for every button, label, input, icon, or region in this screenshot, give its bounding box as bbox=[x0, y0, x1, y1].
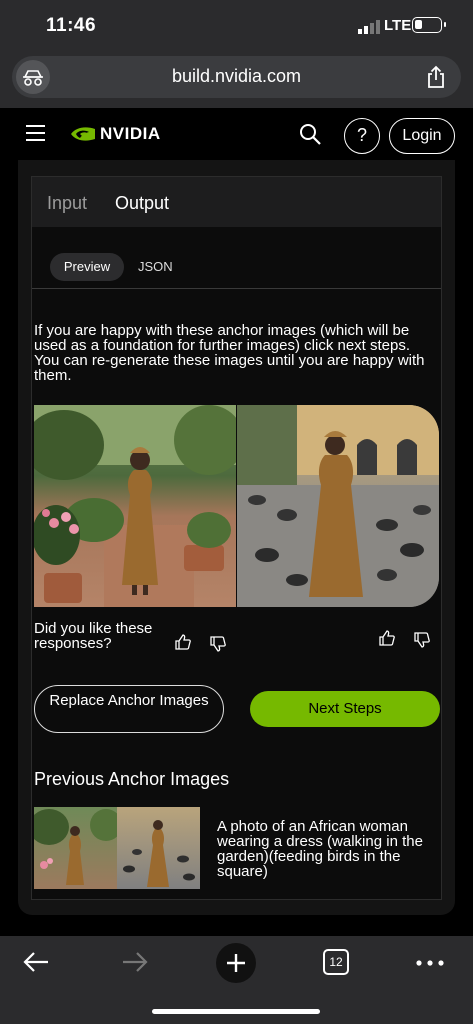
view-toggle: Preview JSON bbox=[32, 227, 441, 289]
back-arrow-icon[interactable] bbox=[22, 950, 50, 974]
output-card: Input Output Preview JSON If you are hap… bbox=[31, 176, 442, 900]
brand-name: NVIDIA bbox=[100, 124, 161, 143]
thumbs-down-icon[interactable] bbox=[209, 635, 227, 653]
more-options-icon[interactable] bbox=[416, 960, 444, 966]
share-icon[interactable] bbox=[425, 65, 447, 89]
tab-switcher-button[interactable]: 12 bbox=[323, 949, 349, 975]
tab-output[interactable]: Output bbox=[115, 193, 169, 214]
status-bar: 11:46 LTE bbox=[0, 0, 473, 52]
square-anchor-image[interactable] bbox=[237, 405, 439, 607]
thumbs-down-icon[interactable] bbox=[413, 631, 431, 649]
previous-anchor-images-heading: Previous Anchor Images bbox=[34, 769, 230, 789]
nvidia-eye-icon bbox=[71, 127, 95, 141]
tab-bar: Input Output bbox=[32, 177, 441, 227]
thumbs-up-icon[interactable] bbox=[378, 629, 396, 647]
anchor-images bbox=[34, 405, 439, 607]
feedback-question: Did you like these responses? bbox=[34, 620, 153, 652]
search-icon[interactable] bbox=[298, 122, 322, 146]
login-button[interactable]: Login bbox=[389, 118, 455, 154]
site-header: NVIDIA ? Login bbox=[0, 108, 473, 160]
status-time: 11:46 bbox=[46, 15, 97, 36]
cellular-signal-icon bbox=[358, 20, 380, 34]
address-bar[interactable]: build.nvidia.com bbox=[12, 56, 461, 98]
menu-icon[interactable] bbox=[26, 125, 45, 141]
new-tab-button[interactable] bbox=[216, 943, 256, 983]
next-steps-button[interactable]: Next Steps bbox=[250, 691, 440, 727]
preview-toggle[interactable]: Preview bbox=[50, 253, 124, 281]
home-indicator bbox=[152, 1009, 320, 1014]
nvidia-logo[interactable]: NVIDIA bbox=[70, 124, 161, 144]
url-text[interactable]: build.nvidia.com bbox=[12, 66, 461, 87]
garden-anchor-image[interactable] bbox=[34, 405, 244, 607]
json-toggle[interactable]: JSON bbox=[138, 259, 173, 274]
plus-icon bbox=[227, 954, 245, 972]
help-button[interactable]: ? bbox=[344, 118, 380, 154]
previous-anchor-thumbnail[interactable] bbox=[34, 807, 200, 889]
battery-icon bbox=[412, 17, 446, 33]
instructions-text: If you are happy with these anchor image… bbox=[34, 322, 425, 384]
tab-input[interactable]: Input bbox=[47, 193, 87, 214]
replace-anchor-images-button[interactable]: Replace Anchor Images bbox=[34, 685, 224, 733]
previous-anchor-caption: A photo of an African woman wearing a dr… bbox=[217, 818, 423, 880]
forward-arrow-icon[interactable] bbox=[121, 950, 149, 974]
network-type: LTE bbox=[384, 17, 412, 34]
thumbs-up-icon[interactable] bbox=[174, 633, 192, 651]
